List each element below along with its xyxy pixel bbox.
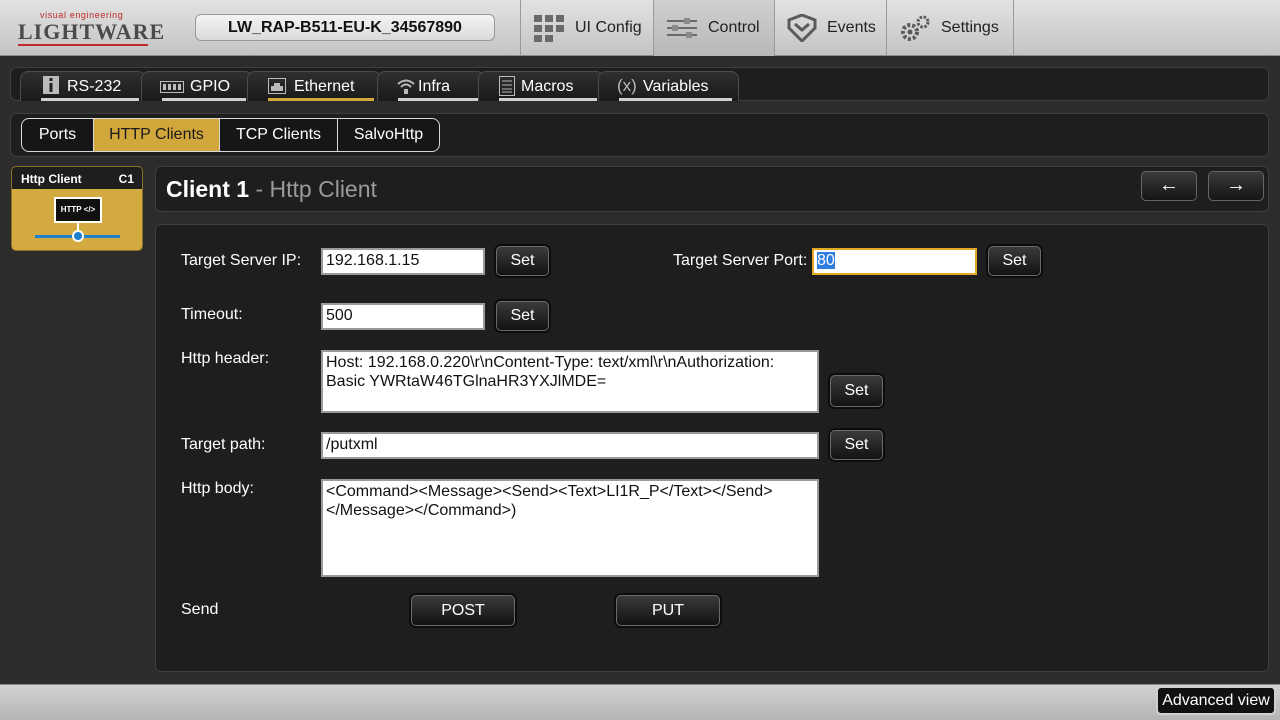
grid-icon [534,15,564,42]
send-label: Send [181,601,219,618]
target-ip-label: Target Server IP: [181,252,302,269]
tab-ports[interactable]: Ports [21,118,94,152]
nav-tab-label: Settings [941,19,999,36]
subtab-label: RS-232 [67,77,122,95]
timeout-input[interactable]: 500 [321,303,485,330]
tab-http-clients[interactable]: HTTP Clients [93,118,220,152]
set-target-port-button[interactable]: Set [988,246,1041,276]
http-header-label: Http header: [181,350,270,367]
target-port-value: 80 [817,252,835,269]
http-body-textarea[interactable]: <Command><Message><Send><Text>LI1R_P</Te… [321,479,819,577]
panel-title-separator: - [249,176,270,202]
target-path-label: Target path: [181,436,266,453]
tile-name: Http Client [21,172,82,186]
advanced-view-button[interactable]: Advanced view [1156,686,1276,715]
target-port-input[interactable]: 80 [812,248,977,275]
tab-tcp-clients[interactable]: TCP Clients [219,118,338,152]
macros-icon [499,76,515,99]
target-path-input[interactable]: /putxml [321,432,819,459]
prev-client-button[interactable]: ← [1141,171,1197,201]
tile-header: Http Client C1 [12,167,142,189]
logo-word: LIGHTWARE [18,19,166,44]
arrow-left-icon: ← [1159,174,1179,196]
nav-tab-settings[interactable]: Settings [886,0,1014,56]
nav-tab-label: Events [827,19,876,36]
target-ip-input[interactable]: 192.168.1.15 [321,248,485,275]
subtab-label: Macros [521,77,574,95]
subtab-macros[interactable]: Macros [478,71,604,101]
subtab-label: Variables [643,77,709,95]
nav-tab-events[interactable]: Events [774,0,886,56]
http-code-icon: HTTP </> [54,197,102,223]
set-http-header-button[interactable]: Set [830,375,883,407]
subtab-label: Ethernet [294,77,355,95]
nav-tab-ui-config[interactable]: UI Config [520,0,653,56]
gpio-icon [160,80,184,96]
http-header-textarea[interactable]: Host: 192.168.0.220\r\nContent-Type: tex… [321,350,819,413]
subtab-variables[interactable]: (x) Variables [598,71,739,101]
info-icon [43,76,59,97]
http-client-tile[interactable]: Http Client C1 HTTP </> [11,166,143,251]
panel-title: Client 1 - Http Client [166,176,377,203]
subtab-rs232[interactable]: RS-232 [20,71,146,101]
arrow-right-icon: → [1226,174,1246,196]
panel-title-main: Client 1 [166,176,250,202]
events-icon [787,14,817,42]
timeout-label: Timeout: [181,306,243,323]
set-target-path-button[interactable]: Set [830,430,883,460]
sliders-icon [667,18,697,38]
logo-underline [18,44,148,46]
subtab-ethernet[interactable]: Ethernet [247,71,381,101]
next-client-button[interactable]: → [1208,171,1264,201]
set-timeout-button[interactable]: Set [496,301,549,331]
subtab-infra[interactable]: Infra [377,71,485,101]
gears-icon [901,15,930,41]
bottom-bar [0,684,1280,720]
top-bar: visual engineering LIGHTWARE LW_RAP-B511… [0,0,1280,56]
target-port-label: Target Server Port: [673,252,808,269]
nav-tab-control[interactable]: Control [653,0,774,56]
device-name-field[interactable]: LW_RAP-B511-EU-K_34567890 [195,14,495,41]
nav-tab-label: UI Config [575,19,642,36]
ethernet-icon [268,78,286,97]
tile-code: C1 [118,172,134,186]
put-button[interactable]: PUT [616,595,720,626]
panel-title-sub: Http Client [269,176,377,202]
variables-icon: (x) [617,76,637,95]
subtab-label: GPIO [190,77,231,95]
http-body-label: Http body: [181,480,254,497]
nav-tab-label: Control [708,19,760,36]
subtab-gpio[interactable]: GPIO [141,71,253,101]
tab-salvohttp[interactable]: SalvoHttp [337,118,440,152]
infra-icon [396,77,416,98]
post-button[interactable]: POST [411,595,515,626]
subtab-label: Infra [418,77,451,95]
set-target-ip-button[interactable]: Set [496,246,549,276]
lightware-logo: visual engineering LIGHTWARE [18,10,164,46]
tile-network-node [72,230,84,242]
